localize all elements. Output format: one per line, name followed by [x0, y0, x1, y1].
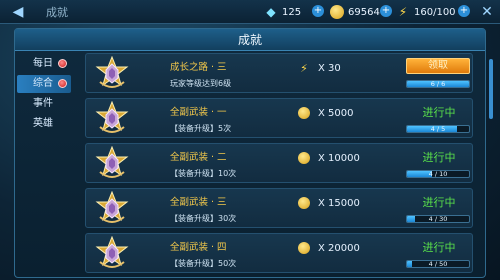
reward-amount: X 10000: [318, 152, 360, 164]
gold-value: 69564: [348, 6, 380, 18]
status-label: 进行中: [422, 196, 456, 209]
achievement-reward: ⚡ X 30: [298, 61, 341, 75]
progress-bar: 6 / 6: [406, 80, 470, 88]
diamond-value: 125: [282, 6, 302, 18]
notification-dot-icon: [58, 59, 67, 68]
reward-amount: X 15000: [318, 197, 360, 209]
achievement-description: 玩家等级达到6级: [170, 79, 232, 88]
achievement-row: 全副武装 · 一【装备升级】5次 X 5000 进行中 4 / 5: [85, 98, 473, 138]
achievement-reward: X 20000: [298, 242, 360, 254]
category-tabs: 每日 综合 事件 英雄: [17, 55, 71, 135]
coin-icon: [298, 242, 310, 254]
top-bar: ◀ 成就 ◆ 125 + 69564 + ⚡ 160/100 + ✕: [0, 0, 500, 24]
progress-text: 4 / 50: [428, 260, 448, 268]
claim-button[interactable]: 领取: [406, 58, 470, 74]
close-icon[interactable]: ✕: [478, 3, 496, 21]
achievement-row: 全副武装 · 三【装备升级】30次 X 15000 进行中 4 / 30: [85, 188, 473, 228]
tab-label: 英雄: [33, 118, 53, 129]
coin-icon: [330, 5, 344, 19]
achievement-description: 【装备升级】10次: [170, 169, 237, 178]
energy-value: 160/100: [414, 6, 456, 18]
scrollbar[interactable]: [489, 59, 493, 119]
page-title: 成就: [46, 6, 68, 19]
add-gold-button[interactable]: +: [380, 5, 392, 17]
reward-amount: X 30: [318, 62, 341, 74]
progress-text: 4 / 5: [430, 125, 446, 133]
progress-text: 6 / 6: [430, 80, 446, 88]
achievement-list[interactable]: 成长之路 · 三玩家等级达到6级 ⚡ X 30 领取 6 / 6 全副武装 · 一【装备…: [85, 53, 477, 279]
lightning-icon: ⚡: [300, 61, 308, 75]
back-arrow-icon[interactable]: ◀: [6, 3, 30, 21]
achievements-panel: 成就 每日 综合 事件 英雄 成长之路 · 三玩家等级达到6级 ⚡ X 30 领取 6 …: [14, 28, 493, 279]
progress-text: 4 / 10: [428, 170, 448, 178]
tab-daily[interactable]: 每日: [17, 55, 71, 73]
achievement-reward: X 10000: [298, 152, 360, 164]
tab-heroes[interactable]: 英雄: [17, 115, 71, 133]
tab-label: 事件: [33, 98, 53, 109]
achievement-description: 【装备升级】5次: [170, 124, 232, 133]
achievement-title: 全副武装 · 四: [170, 242, 227, 253]
achievement-badge-icon: [94, 190, 130, 227]
diamond-counter: ◆ 125: [264, 4, 301, 20]
achievement-badge-icon: [94, 55, 130, 92]
tab-general[interactable]: 综合: [17, 75, 71, 93]
tab-label: 每日: [33, 58, 53, 69]
tab-label: 综合: [33, 78, 53, 89]
achievement-title: 成长之路 · 三: [170, 62, 227, 73]
energy-counter: ⚡ 160/100: [396, 4, 456, 20]
achievement-title: 全副武装 · 三: [170, 197, 227, 208]
progress-bar: 4 / 50: [406, 260, 470, 268]
coin-icon: [298, 152, 310, 164]
reward-amount: X 20000: [318, 242, 360, 254]
tab-events[interactable]: 事件: [17, 95, 71, 113]
achievement-description: 【装备升级】50次: [170, 259, 237, 268]
add-diamond-button[interactable]: +: [312, 5, 324, 17]
progress-text: 4 / 30: [428, 215, 448, 223]
achievement-badge-icon: [94, 100, 130, 137]
achievement-title: 全副武装 · 二: [170, 152, 227, 163]
status-label: 进行中: [422, 151, 456, 164]
achievement-description: 【装备升级】30次: [170, 214, 237, 223]
achievement-row: 全副武装 · 四【装备升级】50次 X 20000 进行中 4 / 50: [85, 233, 473, 273]
progress-bar: 4 / 10: [406, 170, 470, 178]
achievement-badge-icon: [94, 235, 130, 272]
coin-icon: [298, 107, 310, 119]
reward-amount: X 5000: [318, 107, 354, 119]
achievement-reward: X 15000: [298, 197, 360, 209]
panel-title: 成就: [15, 29, 485, 51]
notification-dot-icon: [58, 79, 67, 88]
achievement-reward: X 5000: [298, 107, 353, 119]
gold-counter: 69564: [330, 4, 380, 20]
coin-icon: [298, 197, 310, 209]
add-energy-button[interactable]: +: [458, 5, 470, 17]
achievement-row: 成长之路 · 三玩家等级达到6级 ⚡ X 30 领取 6 / 6: [85, 53, 473, 93]
achievement-row: 全副武装 · 二【装备升级】10次 X 10000 进行中 4 / 10: [85, 143, 473, 183]
status-label: 进行中: [422, 241, 456, 254]
status-label: 进行中: [422, 106, 456, 119]
diamond-icon: ◆: [266, 5, 276, 19]
achievement-badge-icon: [94, 145, 130, 182]
progress-bar: 4 / 5: [406, 125, 470, 133]
achievement-title: 全副武装 · 一: [170, 107, 227, 118]
lightning-icon: ⚡: [398, 5, 408, 19]
progress-bar: 4 / 30: [406, 215, 470, 223]
